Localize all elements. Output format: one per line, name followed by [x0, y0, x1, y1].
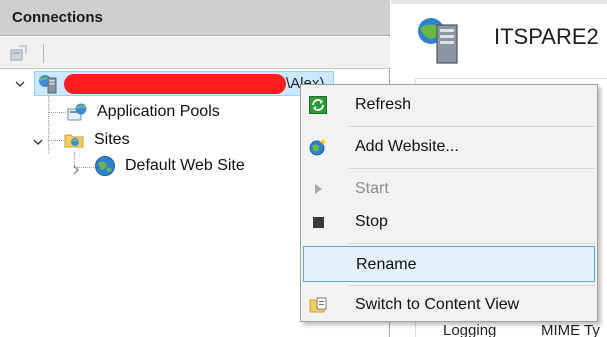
- menu-separator: [349, 126, 595, 127]
- context-menu: Refresh Add Website... Start Stop Rename: [300, 84, 598, 322]
- connections-title: Connections: [12, 9, 103, 26]
- app-pools-icon: [67, 103, 87, 121]
- collapse-icon[interactable]: [14, 78, 26, 90]
- menu-separator: [349, 243, 595, 244]
- server-icon: [39, 75, 57, 94]
- menu-separator: [349, 285, 595, 286]
- server-large-icon: [418, 18, 458, 64]
- server-title: ITSPARE2: [494, 24, 599, 49]
- menu-item-label: Start: [355, 180, 389, 197]
- menu-separator: [349, 168, 595, 169]
- tree-line: [48, 96, 49, 153]
- start-icon: [315, 184, 322, 194]
- menu-item-label: Add Website...: [355, 138, 459, 155]
- menu-item-label: Switch to Content View: [355, 296, 520, 313]
- content-view-icon: [309, 297, 327, 313]
- menu-item-stop[interactable]: Stop: [303, 204, 595, 240]
- toolbar-separator: [43, 44, 44, 63]
- sites-label: Sites: [94, 131, 130, 148]
- feature-mime-types-label[interactable]: MIME Ty: [541, 322, 600, 337]
- globe-icon: [95, 156, 115, 176]
- tree-item-application-pools[interactable]: Application Pools: [66, 100, 220, 124]
- menu-item-label: Stop: [355, 213, 388, 230]
- expand-icon[interactable]: [70, 164, 82, 176]
- tree-item-default-web-site[interactable]: Default Web Site: [94, 154, 245, 178]
- tree-line: [48, 112, 66, 113]
- menu-item-switch-to-content-view[interactable]: Switch to Content View: [303, 287, 595, 323]
- menu-item-refresh[interactable]: Refresh: [303, 87, 595, 123]
- add-website-icon: [309, 138, 327, 156]
- menu-item-start: Start: [303, 171, 595, 207]
- connections-header: Connections: [0, 0, 390, 36]
- tree-item-sites[interactable]: Sites: [64, 128, 130, 152]
- menu-item-rename[interactable]: Rename: [303, 246, 595, 282]
- application-pools-label: Application Pools: [97, 103, 220, 120]
- feature-logging-label[interactable]: Logging: [443, 322, 496, 337]
- connections-toolbar: [0, 37, 390, 69]
- connect-icon[interactable]: [10, 44, 28, 62]
- default-web-site-label: Default Web Site: [125, 157, 245, 174]
- refresh-icon: [309, 96, 327, 114]
- stop-icon: [313, 217, 324, 228]
- collapse-icon[interactable]: [32, 136, 44, 148]
- menu-item-label: Rename: [356, 256, 417, 273]
- redacted-server-name: [64, 74, 286, 94]
- panel-top-strip: [391, 0, 607, 4]
- menu-item-label: Refresh: [355, 96, 412, 113]
- sites-folder-icon: [64, 134, 84, 148]
- menu-item-add-website[interactable]: Add Website...: [303, 129, 595, 165]
